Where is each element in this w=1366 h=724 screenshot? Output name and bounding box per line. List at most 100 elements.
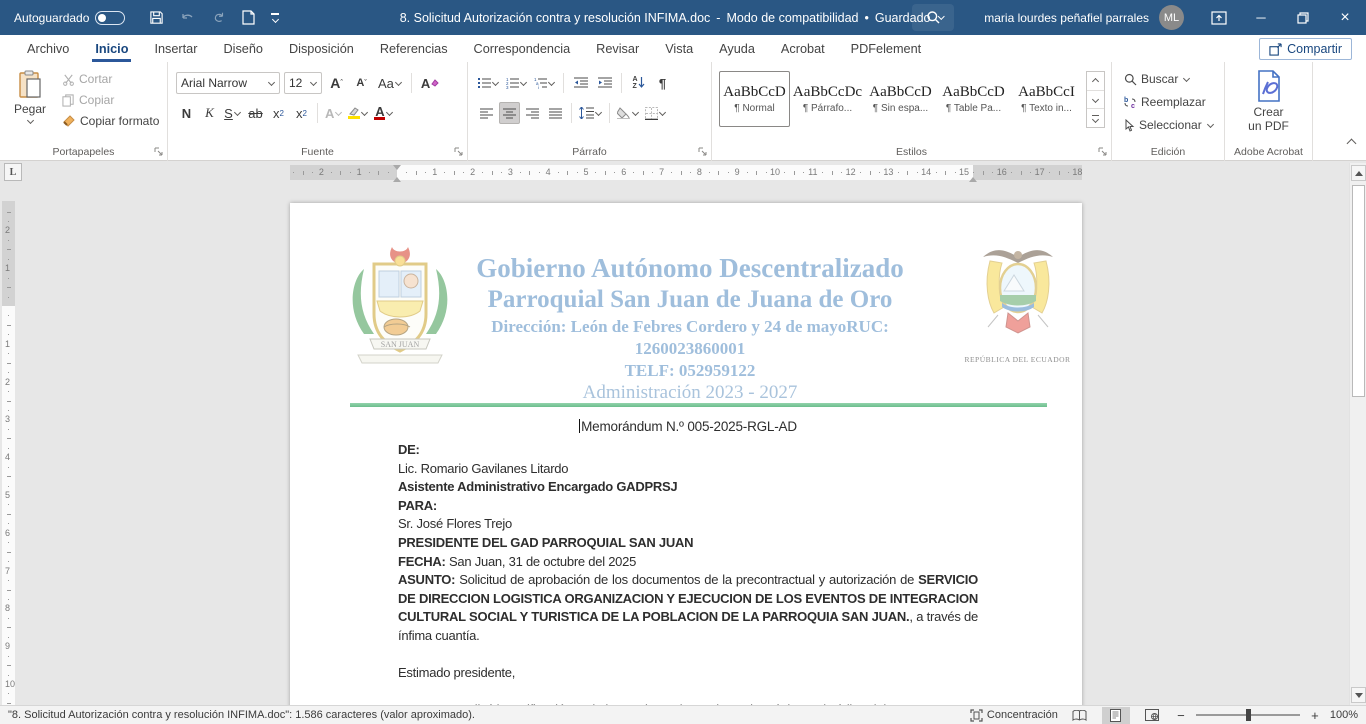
zoom-in-button[interactable]: + xyxy=(1308,708,1322,723)
search-box[interactable] xyxy=(912,4,954,31)
save-icon[interactable] xyxy=(149,10,164,25)
paragraph-dialog-launcher-icon[interactable] xyxy=(698,147,708,157)
style-card[interactable]: AaBbCcD¶ Normal xyxy=(719,71,790,127)
ruler-tick xyxy=(8,504,9,505)
styles-more-icon[interactable] xyxy=(1087,109,1104,127)
strikethrough-button[interactable]: ab xyxy=(245,102,266,124)
styles-scroll-up-icon[interactable] xyxy=(1087,72,1104,91)
tab-revisar[interactable]: Revisar xyxy=(583,35,652,62)
create-pdf-button[interactable]: Crear un PDF xyxy=(1225,70,1312,133)
collapse-ribbon-icon[interactable] xyxy=(1346,136,1356,154)
ruler-number: 2 xyxy=(5,225,10,235)
bold-button[interactable]: N xyxy=(176,102,197,124)
zoom-level[interactable]: 100% xyxy=(1330,709,1358,721)
font-size-combobox[interactable]: 12 xyxy=(284,72,322,94)
find-button[interactable]: Buscar xyxy=(1120,70,1218,88)
align-right-button[interactable] xyxy=(522,102,543,124)
shading-button[interactable] xyxy=(615,102,641,124)
font-color-button[interactable]: A xyxy=(372,102,395,124)
multilevel-list-button[interactable]: 1ai xyxy=(532,72,557,94)
tab-insertar[interactable]: Insertar xyxy=(141,35,210,62)
autosave-toggle[interactable]: Autoguardado xyxy=(14,11,125,25)
qat-customize-icon[interactable] xyxy=(271,13,279,21)
tab-selector[interactable]: L xyxy=(4,163,22,181)
paste-chevron-icon[interactable] xyxy=(27,117,34,124)
horizontal-ruler[interactable]: 21123456789101112131415161718 xyxy=(290,165,1082,180)
select-button[interactable]: Seleccionar xyxy=(1120,116,1218,134)
first-line-indent-marker[interactable] xyxy=(393,165,401,170)
tab-archivo[interactable]: Archivo xyxy=(14,35,82,62)
tab-diseño[interactable]: Diseño xyxy=(210,35,276,62)
tab-vista[interactable]: Vista xyxy=(652,35,706,62)
tab-inicio[interactable]: Inicio xyxy=(82,35,141,62)
sort-button[interactable]: AZ xyxy=(628,72,649,94)
font-dialog-launcher-icon[interactable] xyxy=(454,147,464,157)
increase-indent-button[interactable] xyxy=(594,72,615,94)
style-card[interactable]: AaBbCcD¶ Table Pa... xyxy=(938,71,1009,127)
style-card[interactable]: AaBbCcI¶ Texto in... xyxy=(1011,71,1082,127)
highlight-color-button[interactable] xyxy=(346,102,370,124)
subscript-button[interactable]: x2 xyxy=(268,102,289,124)
align-center-button[interactable] xyxy=(499,102,520,124)
tab-pdfelement[interactable]: PDFelement xyxy=(838,35,935,62)
right-indent-marker[interactable] xyxy=(969,177,977,182)
vertical-scrollbar[interactable] xyxy=(1349,163,1366,705)
scroll-down-icon[interactable] xyxy=(1351,687,1366,703)
italic-button[interactable]: K xyxy=(199,102,220,124)
avatar[interactable]: ML xyxy=(1159,5,1184,30)
borders-button[interactable] xyxy=(643,102,668,124)
align-left-button[interactable] xyxy=(476,102,497,124)
shrink-font-button[interactable]: Aˇ xyxy=(351,72,372,94)
tab-correspondencia[interactable]: Correspondencia xyxy=(461,35,584,62)
zoom-out-button[interactable]: − xyxy=(1174,708,1188,723)
minimize-button[interactable]: ─ xyxy=(1240,0,1282,35)
justify-button[interactable] xyxy=(545,102,566,124)
search-icon[interactable] xyxy=(926,10,941,25)
style-card[interactable]: AaBbCcDc¶ Párrafo... xyxy=(792,71,863,127)
clear-formatting-button[interactable]: A xyxy=(419,72,441,94)
zoom-slider-thumb[interactable] xyxy=(1246,709,1251,721)
tab-disposición[interactable]: Disposición xyxy=(276,35,367,62)
underline-button[interactable]: S xyxy=(222,102,243,124)
document-icon[interactable] xyxy=(242,10,255,25)
replace-button[interactable]: bc Reemplazar xyxy=(1120,93,1218,111)
memo-body[interactable]: DE:Lic. Romario Gavilanes LitardoAsisten… xyxy=(398,441,978,705)
clipboard-dialog-launcher-icon[interactable] xyxy=(154,147,164,157)
tab-ayuda[interactable]: Ayuda xyxy=(706,35,768,62)
vertical-ruler[interactable]: 2112345678910 xyxy=(2,201,15,705)
read-mode-button[interactable] xyxy=(1066,707,1094,724)
tab-acrobat[interactable]: Acrobat xyxy=(768,35,838,62)
decrease-indent-button[interactable] xyxy=(570,72,591,94)
share-button[interactable]: Compartir xyxy=(1259,38,1352,60)
styles-dialog-launcher-icon[interactable] xyxy=(1098,147,1108,157)
scrollbar-thumb[interactable] xyxy=(1352,185,1365,397)
user-name[interactable]: maria lourdes peñafiel parrales xyxy=(984,11,1149,25)
ribbon-display-options-icon[interactable] xyxy=(1198,0,1240,35)
scroll-up-icon[interactable] xyxy=(1351,165,1366,181)
zoom-slider[interactable] xyxy=(1196,714,1300,716)
close-button[interactable]: × xyxy=(1324,0,1366,35)
document-page[interactable]: SAN JUAN REPÚBLICA DEL ECUADOR Gobierno … xyxy=(290,203,1082,705)
web-layout-button[interactable] xyxy=(1138,707,1166,724)
paste-button[interactable]: Pegar xyxy=(8,70,52,144)
autosave-switch[interactable] xyxy=(95,11,125,25)
hanging-indent-marker[interactable] xyxy=(393,177,401,182)
styles-scroll-down-icon[interactable] xyxy=(1087,91,1104,110)
ruler-number: 4 xyxy=(546,167,551,177)
style-card[interactable]: AaBbCcD¶ Sin espa... xyxy=(865,71,936,127)
line-spacing-button[interactable] xyxy=(577,102,604,124)
numbering-button[interactable]: 123 xyxy=(504,72,529,94)
bullets-button[interactable] xyxy=(476,72,501,94)
superscript-button[interactable]: x2 xyxy=(291,102,312,124)
font-family-combobox[interactable]: Arial Narrow xyxy=(176,72,280,94)
print-layout-button[interactable] xyxy=(1102,707,1130,724)
doc-text: Estimado presidente, xyxy=(398,665,515,680)
restore-button[interactable] xyxy=(1282,0,1324,35)
show-marks-button[interactable]: ¶ xyxy=(652,72,673,94)
grow-font-button[interactable]: Aˆ xyxy=(326,72,347,94)
format-painter-button[interactable]: Copiar formato xyxy=(58,112,163,130)
focus-mode-button[interactable]: Concentración xyxy=(970,709,1058,722)
change-case-button[interactable]: Aa xyxy=(376,72,404,94)
tab-referencias[interactable]: Referencias xyxy=(367,35,461,62)
ruler-tick xyxy=(955,172,956,173)
